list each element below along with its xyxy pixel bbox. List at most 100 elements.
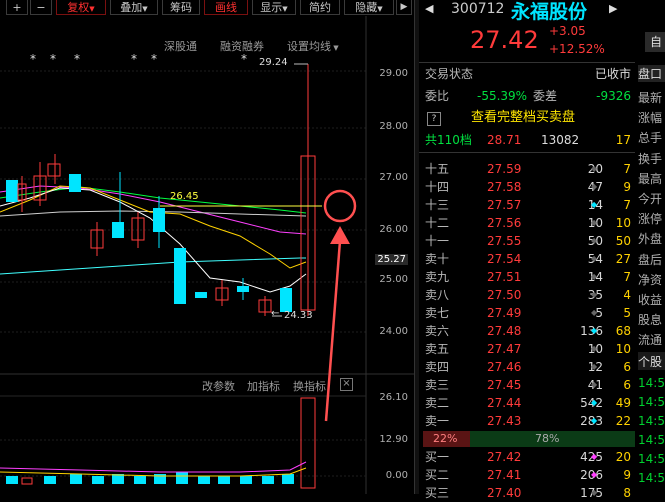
ask-level-row[interactable]: 卖十 27.54 54 ◆ 27: [419, 250, 635, 268]
tick-time: 14:5: [638, 433, 665, 447]
overlay-label: 叠加: [120, 1, 143, 14]
simple-button[interactable]: 简约: [300, 0, 340, 15]
chevron-down-icon: ▼: [89, 5, 95, 13]
diamond-icon: ◆: [591, 290, 598, 299]
full-book-row: ? 查看完整档买卖盘: [419, 109, 635, 127]
adjust-price-menu[interactable]: 复权▼: [56, 0, 106, 15]
diamond-icon: ◆: [591, 236, 598, 245]
diamond-icon: ◆: [591, 416, 598, 425]
level-count: 50: [615, 234, 631, 248]
diamond-icon: ◆: [591, 218, 598, 227]
candle-down: [112, 222, 124, 238]
weibi-value: -55.39%: [477, 89, 528, 103]
full-book-link[interactable]: 查看完整档买卖盘: [471, 109, 575, 127]
side-field-label: 最新: [638, 91, 663, 105]
draw-line-button[interactable]: 画线: [204, 0, 248, 15]
candle-down: [195, 292, 207, 298]
ask-level-row[interactable]: 卖四 27.46 12 ◆ 6: [419, 358, 635, 376]
overlay-menu[interactable]: 叠加▼: [110, 0, 158, 15]
level-price: 27.44: [487, 396, 522, 410]
ask-level-row[interactable]: 卖三 27.45 41 ◆ 6: [419, 376, 635, 394]
tick-time: 14:5: [638, 471, 665, 485]
level-price: 27.46: [487, 360, 522, 374]
diamond-icon: ◆: [591, 272, 598, 281]
close-icon[interactable]: ×: [340, 378, 353, 391]
bid-level-row[interactable]: 买一 27.42 425 ◆ 20: [419, 448, 635, 466]
price-tick: 27.00: [379, 172, 408, 183]
level-price: 27.56: [487, 216, 522, 230]
zoom-out-button[interactable]: −: [30, 0, 52, 15]
switch-indicator-button[interactable]: 换指标: [293, 378, 326, 394]
side-field-label: 流通: [638, 333, 663, 348]
level-label: 十一: [425, 234, 450, 248]
current-price-tag: 25.27: [375, 254, 408, 265]
bid-level-row[interactable]: 买二 27.41 206 ◆ 9: [419, 466, 635, 484]
ask-level-row[interactable]: 卖七 27.49 5 ◆ 5: [419, 304, 635, 322]
level-label: 卖十: [425, 252, 450, 266]
price-tick: 26.00: [379, 224, 408, 235]
side-toggle-button[interactable]: 自: [645, 32, 665, 52]
chart-canvas: [0, 16, 414, 494]
level-label: 十五: [425, 162, 450, 176]
level-count: 8: [623, 486, 631, 500]
high-price-label: 29.24: [259, 57, 288, 68]
level-label: 买三: [425, 486, 450, 500]
ask-level-row[interactable]: 卖一 27.43 283 ◆ 22: [419, 412, 635, 430]
level-label: 卖七: [425, 306, 450, 320]
level-count: 7: [623, 162, 631, 176]
weibi-row: 委比 -55.39% 委差 -9326: [419, 87, 635, 105]
side-section-label[interactable]: 个股: [638, 353, 665, 370]
level-count: 10: [615, 216, 631, 230]
ask-level-row[interactable]: 卖六 27.48 136 ◆ 68: [419, 322, 635, 340]
ask-level-row[interactable]: 卖九 27.51 14 ◆ 7: [419, 268, 635, 286]
level-label: 十二: [425, 216, 450, 230]
ask-level-row[interactable]: 卖五 27.47 10 ◆ 10: [419, 340, 635, 358]
side-field-label: 今开: [638, 192, 663, 206]
chips-button[interactable]: 筹码: [162, 0, 200, 15]
diamond-icon: ◆: [591, 200, 598, 209]
chevron-right-icon[interactable]: ▶: [396, 0, 412, 15]
level-count: 20: [615, 450, 631, 464]
weicha-value: -9326: [596, 89, 631, 103]
zoom-in-button[interactable]: +: [6, 0, 28, 15]
price-tick: 29.00: [379, 68, 408, 79]
ask-level-row[interactable]: 十一 27.55 50 ◆ 50: [419, 232, 635, 250]
edit-params-button[interactable]: 改参数: [202, 378, 235, 394]
chevron-down-icon: ▼: [282, 5, 288, 13]
tick-time: 14:5: [638, 452, 665, 466]
help-icon[interactable]: ?: [427, 112, 441, 126]
ask-level-row[interactable]: 卖八 27.50 35 ◆ 4: [419, 286, 635, 304]
weibi-label: 委比: [425, 89, 450, 103]
level-count: 9: [623, 180, 631, 194]
candle-up: [47, 163, 61, 177]
prev-stock-icon[interactable]: ◀: [425, 2, 433, 15]
hide-label: 隐藏: [355, 1, 378, 14]
level-label: 卖二: [425, 396, 450, 410]
annotation-arrow-head: [330, 226, 350, 244]
diamond-icon: ◆: [591, 254, 598, 263]
ask-level-row[interactable]: 卖二 27.44 542 ◆ 49: [419, 394, 635, 412]
level-count: 22: [615, 414, 631, 428]
hide-menu[interactable]: 隐藏▼: [344, 0, 394, 15]
ask-level-row[interactable]: 十二 27.56 10 ◆ 10: [419, 214, 635, 232]
price-change: +3.05: [549, 24, 586, 38]
level-label: 卖五: [425, 342, 450, 356]
price-tick: 25.00: [379, 274, 408, 285]
add-indicator-button[interactable]: 加指标: [247, 378, 280, 394]
side-field-label: 外盘: [638, 232, 663, 247]
divider: [419, 62, 635, 63]
display-menu[interactable]: 显示▼: [252, 0, 296, 15]
level-price: 27.59: [487, 162, 522, 176]
kline-chart[interactable]: 深股通 融资融券 设置均线 ▼ * * * * * * 29.24 24.33 …: [0, 16, 414, 494]
chevron-down-icon: ▼: [377, 5, 383, 13]
tick-time: 14:5: [638, 414, 665, 428]
ask-level-row[interactable]: 十四 27.58 47 ◆ 9: [419, 178, 635, 196]
level-price: 27.41: [487, 468, 522, 482]
next-stock-icon[interactable]: ▶: [609, 2, 617, 15]
bid-level-row[interactable]: 买三 27.40 175 ◆ 8: [419, 484, 635, 502]
level-label: 卖八: [425, 288, 450, 302]
level-price: 27.43: [487, 414, 522, 428]
ask-level-row[interactable]: 十三 27.57 14 ◆ 7: [419, 196, 635, 214]
side-tab-label[interactable]: 盘口: [638, 65, 665, 82]
ask-level-row[interactable]: 十五 27.59 20 ◆ 7: [419, 160, 635, 178]
